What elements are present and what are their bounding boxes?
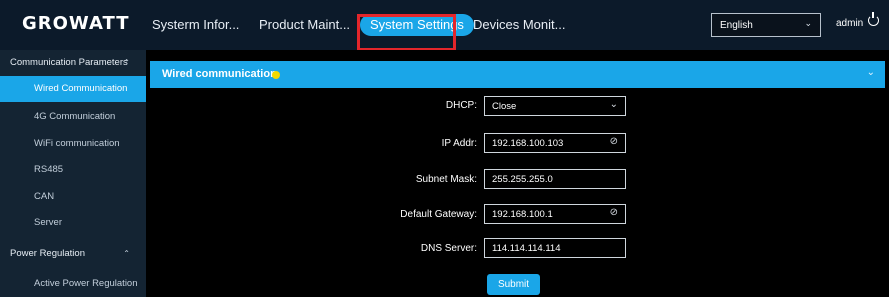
language-value: English <box>720 20 753 31</box>
status-dot-icon <box>272 71 280 79</box>
sidebar-group-label: Power Regulation <box>10 248 85 259</box>
sidebar-item-wifi-communication[interactable]: WiFi communication <box>0 131 146 157</box>
chevron-down-icon[interactable]: ⌄ <box>867 67 875 78</box>
check-circle-icon: ⊘ <box>609 136 618 147</box>
default-gateway-label: Default Gateway: <box>400 209 477 220</box>
chevron-up-icon: ⌃ <box>123 58 130 67</box>
growatt-logo: GROWATT <box>22 13 130 34</box>
submit-button[interactable]: Submit <box>487 274 540 295</box>
tab-system-information[interactable]: Systerm Infor... <box>152 14 239 36</box>
dns-server-field[interactable]: 114.114.114.114 <box>484 238 626 258</box>
tab-product-maintenance[interactable]: Product Maint... <box>259 14 350 36</box>
sidebar-item-rs485[interactable]: RS485 <box>0 157 146 183</box>
sidebar-item-active-power-regulation[interactable]: Active Power Regulation <box>0 271 146 297</box>
language-select[interactable]: English ⌄ <box>711 13 821 37</box>
sidebar-group-power-regulation[interactable]: Power Regulation ⌃ <box>0 241 146 267</box>
sidebar-item-4g-communication[interactable]: 4G Communication <box>0 104 146 130</box>
power-icon[interactable] <box>868 12 879 26</box>
default-gateway-value: 192.168.100.1 <box>492 209 553 220</box>
default-gateway-field[interactable]: 192.168.100.1 ⊘ <box>484 204 626 224</box>
dhcp-value: Close <box>492 101 517 112</box>
chevron-down-icon: ⌄ <box>609 99 618 110</box>
ip-address-value: 192.168.100.103 <box>492 138 564 149</box>
sidebar-item-wired-communication[interactable]: Wired Communication <box>0 76 146 102</box>
sidebar-item-can[interactable]: CAN <box>0 184 146 210</box>
sidebar: Communication Parameters ⌃ Wired Communi… <box>0 50 146 297</box>
ip-address-label: IP Addr: <box>441 138 477 149</box>
check-circle-icon: ⊘ <box>609 207 618 218</box>
username: admin <box>836 18 864 29</box>
panel-title: Wired communication <box>162 68 277 80</box>
subnet-mask-value: 255.255.255.0 <box>492 174 553 185</box>
dns-server-label: DNS Server: <box>420 243 477 254</box>
dhcp-select[interactable]: Close ⌄ <box>484 96 626 116</box>
chevron-down-icon: ⌄ <box>804 18 812 28</box>
ip-address-field[interactable]: 192.168.100.103 ⊘ <box>484 133 626 153</box>
sidebar-item-server[interactable]: Server <box>0 210 146 236</box>
tab-devices-monitoring[interactable]: Devices Monit... <box>473 14 565 36</box>
sidebar-group-label: Communication Parameters <box>10 57 128 68</box>
panel-header[interactable]: Wired communication ⌄ <box>150 61 885 88</box>
highlight-box <box>357 14 456 51</box>
dns-server-value: 114.114.114.114 <box>492 243 561 254</box>
subnet-mask-field[interactable]: 255.255.255.0 <box>484 169 626 189</box>
sidebar-group-communication-parameters[interactable]: Communication Parameters ⌃ <box>0 50 146 76</box>
dhcp-label: DHCP: <box>445 100 477 111</box>
subnet-mask-label: Subnet Mask: <box>415 174 477 185</box>
chevron-up-icon: ⌃ <box>123 249 130 258</box>
